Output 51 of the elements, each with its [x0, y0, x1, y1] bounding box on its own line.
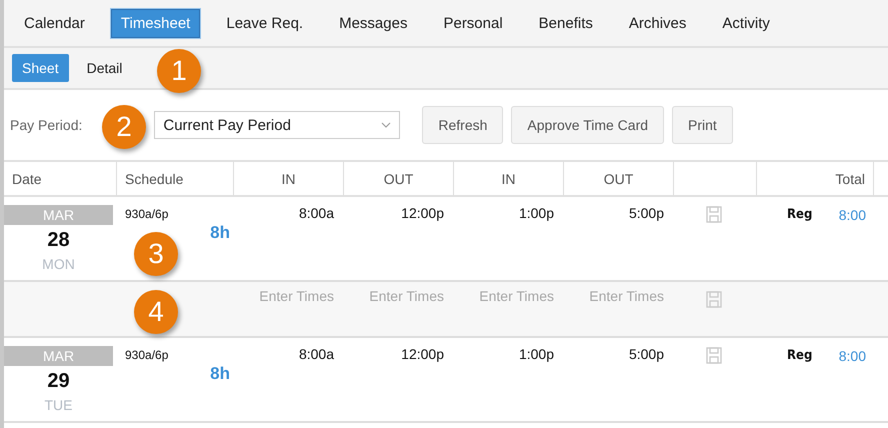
column-header: Total [757, 162, 874, 195]
toolbar-button[interactable]: Refresh [422, 106, 504, 144]
scheduled-hours: 8h [210, 223, 230, 243]
time-value: 8:00a [298, 204, 335, 221]
time-input[interactable]: Enter Times [564, 282, 664, 304]
day-number: 29 [47, 370, 70, 393]
schedule-text: 930a/6p [125, 348, 170, 362]
day-number: 28 [47, 229, 70, 252]
time-value: 12:00p [400, 204, 445, 221]
weekday-label: MON [42, 256, 75, 272]
save-icon[interactable] [706, 291, 722, 308]
nav-tab[interactable]: Archives [618, 8, 696, 38]
pay-code: Reg [787, 207, 812, 223]
time-value: 12:00p [400, 345, 445, 362]
column-header: OUT [344, 162, 454, 195]
time-value: 1:00p [518, 204, 555, 221]
time-input[interactable]: Enter Times [344, 282, 444, 304]
pay-period-select[interactable]: Current Pay Period [154, 111, 400, 139]
time-value: 5:00p [628, 345, 665, 362]
time-value: 8:00a [298, 345, 335, 362]
time-value: 5:00p [628, 204, 665, 221]
total-hours: 8:00 [838, 207, 866, 223]
schedule-text: 930a/6p [125, 207, 170, 221]
nav-tab[interactable]: Benefits [528, 8, 603, 38]
time-input[interactable]: Enter Times [454, 282, 554, 304]
view-tab[interactable]: Detail [76, 54, 132, 82]
save-icon[interactable] [706, 347, 722, 364]
toolbar-button[interactable]: Print [672, 106, 733, 144]
column-header: IN [454, 162, 564, 195]
callout-badge: 2 [102, 105, 146, 149]
scheduled-hours: 8h [210, 364, 230, 384]
save-icon[interactable] [706, 206, 722, 223]
nav-tab[interactable]: Activity [712, 8, 780, 38]
weekday-label: TUE [44, 397, 72, 413]
pay-code: Reg [787, 348, 812, 364]
chevron-icon [381, 122, 392, 128]
column-header: Date [4, 162, 117, 195]
column-header: OUT [564, 162, 674, 195]
time-input[interactable]: Enter Times [234, 282, 334, 304]
month-label: MAR [4, 205, 113, 225]
nav-tab[interactable]: Calendar [14, 8, 95, 38]
column-header: Schedule [117, 162, 234, 195]
nav-tab[interactable]: Messages [329, 8, 418, 38]
pay-period-label: Pay Period: [10, 117, 82, 133]
total-hours: 8:00 [838, 348, 866, 364]
toolbar-button[interactable]: Approve Time Card [511, 106, 664, 144]
nav-tab[interactable]: Leave Req. [216, 8, 314, 38]
column-header: IN [234, 162, 344, 195]
time-value: 1:00p [518, 345, 555, 362]
nav-tab[interactable]: Personal [433, 8, 513, 38]
month-label: MAR [4, 346, 113, 366]
